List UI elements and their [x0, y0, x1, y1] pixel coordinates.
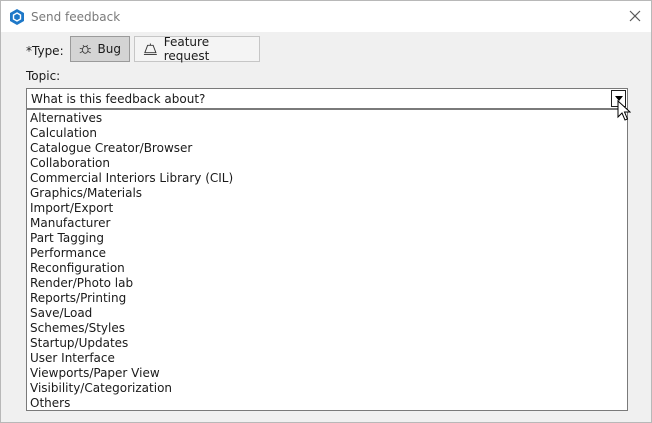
- bug-type-label: Bug: [97, 42, 121, 56]
- mouse-cursor-icon: [617, 100, 631, 121]
- feature-request-button[interactable]: Feature request: [134, 35, 260, 63]
- topic-option[interactable]: User Interface: [27, 351, 627, 366]
- topic-dropdown-value: What is this feedback about?: [31, 92, 206, 106]
- topic-option[interactable]: Collaboration: [27, 156, 627, 171]
- topic-option[interactable]: Visibility/Categorization: [27, 381, 627, 396]
- topic-option[interactable]: Part Tagging: [27, 231, 627, 246]
- topic-option[interactable]: Startup/Updates: [27, 336, 627, 351]
- topic-option[interactable]: Manufacturer: [27, 216, 627, 231]
- topic-option[interactable]: Import/Export: [27, 201, 627, 216]
- topic-option[interactable]: Commercial Interiors Library (CIL): [27, 171, 627, 186]
- lamp-icon: [143, 43, 157, 55]
- topic-option[interactable]: Calculation: [27, 126, 627, 141]
- type-label: *Type:: [26, 44, 64, 58]
- topic-dropdown[interactable]: What is this feedback about?: [26, 88, 628, 109]
- topic-option[interactable]: Render/Photo lab: [27, 276, 627, 291]
- topic-option[interactable]: Schemes/Styles: [27, 321, 627, 336]
- topic-option[interactable]: Reports/Printing: [27, 291, 627, 306]
- app-logo-icon: [10, 9, 24, 25]
- bug-type-button[interactable]: Bug: [70, 36, 130, 62]
- topic-option[interactable]: Performance: [27, 246, 627, 261]
- topic-option[interactable]: Alternatives: [27, 111, 627, 126]
- topic-options-list: Alternatives Calculation Catalogue Creator…: [26, 109, 628, 411]
- topic-option[interactable]: Save/Load: [27, 306, 627, 321]
- feedback-dialog: Send feedback *Type: Bug Feature request…: [0, 0, 652, 423]
- topic-option[interactable]: Viewports/Paper View: [27, 366, 627, 381]
- feature-request-label: Feature request: [163, 35, 210, 63]
- topic-option[interactable]: Reconfiguration: [27, 261, 627, 276]
- bug-icon: [79, 44, 91, 54]
- title-bar: Send feedback: [1, 1, 651, 32]
- topic-option[interactable]: Catalogue Creator/Browser: [27, 141, 627, 156]
- close-icon: [629, 10, 641, 22]
- window-title: Send feedback: [31, 10, 121, 24]
- topic-option[interactable]: Graphics/Materials: [27, 186, 627, 201]
- topic-label: Topic:: [26, 69, 61, 83]
- close-button[interactable]: [623, 5, 647, 27]
- topic-option[interactable]: Others: [27, 396, 627, 411]
